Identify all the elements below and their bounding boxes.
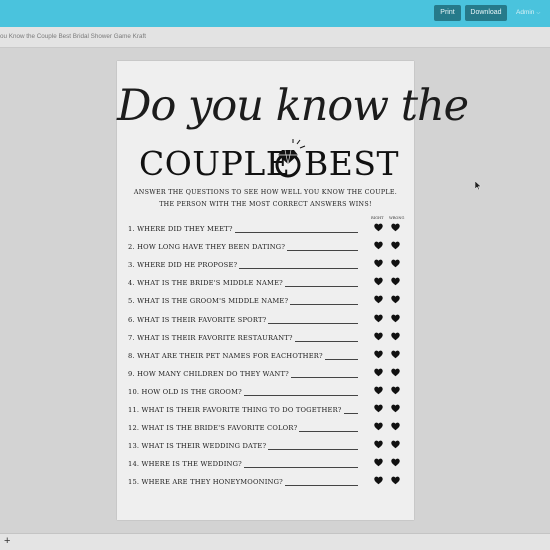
heart-icon-wrong bbox=[391, 277, 400, 286]
question-row: 13. WHAT IS THEIR WEDDING DATE? bbox=[128, 440, 404, 452]
heart-icon-right bbox=[374, 314, 383, 322]
question-row: 8. WHAT ARE THEIR PET NAMES FOR EACHOTHE… bbox=[128, 350, 404, 362]
heart-icon-wrong bbox=[391, 386, 400, 395]
heart-icon-right bbox=[374, 350, 383, 358]
question-row: 9. HOW MANY CHILDREN DO THEY WANT? bbox=[128, 368, 404, 380]
print-button[interactable]: Print bbox=[434, 5, 461, 21]
heart-icon-right bbox=[374, 332, 383, 340]
question-row: 12. WHAT IS THE BRIDE'S FAVORITE COLOR? bbox=[128, 422, 404, 434]
question-row: 10. HOW OLD IS THE GROOM? bbox=[128, 386, 404, 398]
question-row: 2. HOW LONG HAVE THEY BEEN DATING? bbox=[128, 241, 404, 253]
instructions-line-1: ANSWER THE QUESTIONS TO SEE HOW WELL YOU… bbox=[133, 189, 398, 196]
game-sheet: Do you know the COUPLE BEST ANSWER THE Q… bbox=[117, 61, 469, 520]
question-text: 6. WHAT IS THEIR FAVORITE SPORT? bbox=[128, 315, 269, 324]
heart-icon-right bbox=[374, 223, 383, 232]
bottom-bar: + bbox=[0, 533, 550, 550]
question-text: 3. WHERE DID HE PROPOSE? bbox=[128, 261, 240, 270]
heart-icon-right bbox=[374, 458, 383, 467]
download-button[interactable]: Download bbox=[465, 5, 507, 21]
question-row: 1. WHERE DID THEY MEET? bbox=[128, 223, 404, 235]
heart-icon-right bbox=[374, 476, 383, 485]
question-row: 5. WHAT IS THE GROOM'S MIDDLE NAME? bbox=[128, 295, 404, 307]
question-text: 1. WHERE DID THEY MEET? bbox=[128, 225, 235, 233]
heart-icon-wrong bbox=[391, 314, 400, 322]
heart-icon-wrong bbox=[391, 458, 400, 467]
instructions: ANSWER THE QUESTIONS TO SEE HOW WELL YOU… bbox=[125, 187, 406, 211]
title-word-best: BEST bbox=[304, 144, 399, 183]
breadcrumb: ou Know the Couple Best Bridal Shower Ga… bbox=[0, 27, 550, 48]
mouse-cursor-icon bbox=[475, 181, 481, 190]
column-header-wrong: WRONG bbox=[389, 216, 405, 220]
question-row: 6. WHAT IS THEIR FAVORITE SPORT? bbox=[128, 314, 404, 326]
script-title: Do you know the bbox=[117, 81, 469, 131]
heart-icon-wrong bbox=[391, 223, 400, 232]
top-bar: Print Download Admin ⌵ bbox=[0, 0, 550, 27]
heart-icon-wrong bbox=[391, 440, 400, 449]
question-row: 4. WHAT IS THE BRIDE'S MIDDLE NAME? bbox=[128, 277, 404, 289]
heart-icon-wrong bbox=[391, 259, 400, 268]
question-row: 7. WHAT IS THEIR FAVORITE RESTAURANT? bbox=[128, 332, 404, 344]
question-text: 11. WHAT IS THEIR FAVORITE THING TO DO T… bbox=[128, 406, 344, 414]
heart-icon-right bbox=[374, 422, 383, 431]
heart-icon-wrong bbox=[391, 422, 400, 431]
question-text: 13. WHAT IS THEIR WEDDING DATE? bbox=[128, 442, 269, 451]
title-word-couple: COUPLE bbox=[139, 144, 291, 183]
question-text: 9. HOW MANY CHILDREN DO THEY WANT? bbox=[128, 369, 291, 378]
question-text: 4. WHAT IS THE BRIDE'S MIDDLE NAME? bbox=[128, 279, 285, 288]
heart-icon-wrong bbox=[391, 332, 400, 340]
question-row: 11. WHAT IS THEIR FAVORITE THING TO DO T… bbox=[128, 404, 404, 416]
heart-icon-right bbox=[374, 440, 383, 449]
question-text: 12. WHAT IS THE BRIDE'S FAVORITE COLOR? bbox=[128, 424, 300, 433]
heart-icon-right bbox=[374, 386, 383, 395]
column-header-right: RIGHT bbox=[371, 216, 384, 220]
heart-icon-right bbox=[374, 295, 383, 304]
question-row: 15. WHERE ARE THEY HONEYMOONING? bbox=[128, 476, 404, 488]
heart-icon-right bbox=[374, 259, 383, 268]
heart-icon-right bbox=[374, 404, 383, 413]
question-text: 14. WHERE IS THE WEDDING? bbox=[128, 460, 244, 469]
question-text: 5. WHAT IS THE GROOM'S MIDDLE NAME? bbox=[128, 297, 291, 306]
document-title: ou Know the Couple Best Bridal Shower Ga… bbox=[0, 33, 146, 40]
heart-icon-wrong bbox=[391, 241, 400, 250]
heart-icon-wrong bbox=[391, 476, 400, 485]
question-text: 8. WHAT ARE THEIR PET NAMES FOR EACHOTHE… bbox=[128, 351, 325, 360]
question-row: 3. WHERE DID HE PROPOSE? bbox=[128, 259, 404, 271]
question-row: 14. WHERE IS THE WEDDING? bbox=[128, 458, 404, 470]
question-text: 7. WHAT IS THEIR FAVORITE RESTAURANT? bbox=[128, 333, 295, 342]
couple-best-title: COUPLE BEST bbox=[139, 138, 398, 183]
instructions-line-2: THE PERSON WITH THE MOST CORRECT ANSWERS… bbox=[159, 201, 372, 208]
heart-icon-right bbox=[374, 368, 383, 376]
heart-icon-right bbox=[374, 241, 383, 250]
chevron-down-icon: ⌵ bbox=[536, 10, 541, 16]
question-text: 10. HOW OLD IS THE GROOM? bbox=[128, 387, 244, 396]
add-page-button[interactable]: + bbox=[4, 535, 10, 547]
heart-icon-right bbox=[374, 277, 383, 286]
heart-icon-wrong bbox=[391, 350, 400, 358]
question-text: 2. HOW LONG HAVE THEY BEEN DATING? bbox=[128, 243, 288, 252]
question-text: 15. WHERE ARE THEY HONEYMOONING? bbox=[128, 478, 285, 487]
heart-icon-wrong bbox=[391, 368, 400, 376]
admin-menu[interactable]: Admin ⌵ bbox=[516, 5, 540, 21]
heart-icon-wrong bbox=[391, 295, 400, 304]
heart-icon-wrong bbox=[391, 404, 400, 413]
admin-label: Admin bbox=[516, 9, 535, 16]
